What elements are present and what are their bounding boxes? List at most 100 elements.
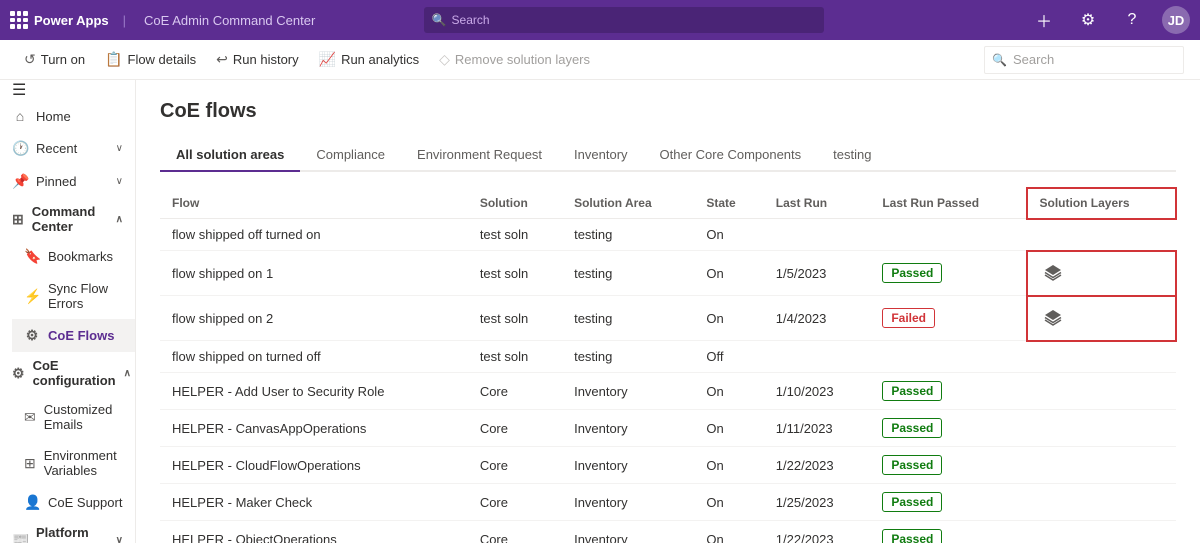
cell-r2-c3: On (694, 296, 763, 341)
cell-r2-c0: flow shipped on 2 (160, 296, 468, 341)
hamburger-button[interactable]: ☰ (0, 80, 135, 100)
sidebar-platform-news-label: Platform news (36, 525, 108, 543)
pivot-tab-0[interactable]: All solution areas (160, 139, 300, 172)
table-search-input[interactable] (984, 46, 1184, 74)
flow-details-label: Flow details (128, 52, 197, 67)
cell-r5-c1: Core (468, 410, 562, 447)
sidebar-item-recent[interactable]: 🕐 Recent ∨ (0, 132, 135, 165)
col-header-5: Last Run Passed (870, 188, 1027, 219)
sidebar-pinned-label: Pinned (36, 174, 76, 189)
sidebar-coe-flows-label: CoE Flows (48, 328, 114, 343)
sidebar-item-customized-emails[interactable]: ✉ Customized Emails (12, 394, 135, 440)
sidebar-item-bookmarks[interactable]: 🔖 Bookmarks (12, 240, 135, 273)
avatar-initials: JD (1168, 13, 1185, 28)
sidebar-item-coe-support[interactable]: 👤 CoE Support (12, 486, 135, 519)
table-row[interactable]: flow shipped off turned ontest solntesti… (160, 219, 1176, 251)
status-badge: Passed (882, 492, 942, 512)
table-body: flow shipped off turned ontest solntesti… (160, 219, 1176, 543)
run-analytics-button[interactable]: 📈 Run analytics (311, 47, 427, 72)
cell-r4-c3: On (694, 373, 763, 410)
table-row[interactable]: flow shipped on turned offtest solntesti… (160, 341, 1176, 373)
cell-r6-c0: HELPER - CloudFlowOperations (160, 447, 468, 484)
col-header-0: Flow (160, 188, 468, 219)
cell-r4-c0: HELPER - Add User to Security Role (160, 373, 468, 410)
command-center-chevron-icon: ∧ (116, 214, 123, 225)
cell-r0-c3: On (694, 219, 763, 251)
platform-news-chevron-icon: ∨ (116, 535, 123, 543)
cell-r4-c6 (1027, 373, 1176, 410)
pin-icon: 📌 (12, 173, 28, 190)
cell-r3-c2: testing (562, 341, 694, 373)
pivot-tab-2[interactable]: Environment Request (401, 139, 558, 172)
pivot-tab-3[interactable]: Inventory (558, 139, 643, 172)
sidebar-item-home[interactable]: ⌂ Home (0, 100, 135, 132)
cell-r2-c1: test soln (468, 296, 562, 341)
run-analytics-icon: 📈 (319, 51, 336, 68)
run-history-button[interactable]: ↩ Run history (208, 47, 306, 72)
add-button[interactable]: ＋ (1030, 6, 1058, 34)
table-row[interactable]: flow shipped on 1test solntestingOn1/5/2… (160, 251, 1176, 296)
pivot-tab-4[interactable]: Other Core Components (644, 139, 818, 172)
table-row[interactable]: HELPER - Maker CheckCoreInventoryOn1/25/… (160, 484, 1176, 521)
cell-r0-c1: test soln (468, 219, 562, 251)
table-row[interactable]: flow shipped on 2test solntestingOn1/4/2… (160, 296, 1176, 341)
col-header-2: Solution Area (562, 188, 694, 219)
cell-r1-c0: flow shipped on 1 (160, 251, 468, 296)
table-row[interactable]: HELPER - CloudFlowOperationsCoreInventor… (160, 447, 1176, 484)
cell-r1-c6 (1027, 251, 1176, 296)
sidebar-item-coe-flows[interactable]: ⚙ CoE Flows (12, 319, 135, 352)
cell-r7-c4: 1/25/2023 (764, 484, 871, 521)
cell-r0-c2: testing (562, 219, 694, 251)
turn-on-label: Turn on (41, 52, 85, 67)
cell-r8-c1: Core (468, 521, 562, 543)
sidebar-environment-variables-label: Environment Variables (44, 448, 123, 478)
global-search: 🔍 (424, 7, 824, 33)
sidebar-sub-bookmarks: 🔖 Bookmarks ⚡ Sync Flow Errors ⚙ CoE Flo… (0, 240, 135, 352)
col-header-6: Solution Layers (1027, 188, 1176, 219)
sidebar-section-platform-news[interactable]: 📰 Platform news ∨ (0, 519, 135, 543)
pivot-tab-1[interactable]: Compliance (300, 139, 401, 172)
status-badge: Failed (882, 308, 935, 328)
sidebar-item-sync-flow-errors[interactable]: ⚡ Sync Flow Errors (12, 273, 135, 319)
app-name: Power Apps (34, 13, 109, 28)
layers-icon (1039, 259, 1067, 287)
cell-r3-c3: Off (694, 341, 763, 373)
run-history-icon: ↩ (216, 51, 228, 68)
sidebar-item-environment-variables[interactable]: ⊞ Environment Variables (12, 440, 135, 486)
flow-details-button[interactable]: 📋 Flow details (97, 47, 204, 72)
cell-r7-c2: Inventory (562, 484, 694, 521)
help-icon[interactable]: ? (1118, 6, 1146, 34)
cell-r3-c4 (764, 341, 871, 373)
col-header-3: State (694, 188, 763, 219)
cell-r3-c6 (1027, 341, 1176, 373)
pivot-tab-5[interactable]: testing (817, 139, 887, 172)
cell-r2-c5: Failed (870, 296, 1027, 341)
cell-r1-c5: Passed (870, 251, 1027, 296)
run-history-label: Run history (233, 52, 299, 67)
cell-r5-c6 (1027, 410, 1176, 447)
command-center-icon: ⊞ (12, 211, 24, 228)
environment-variables-icon: ⊞ (24, 455, 36, 472)
sidebar-section-coe-configuration[interactable]: ⚙ CoE configuration ∧ (0, 352, 135, 394)
cell-r7-c6 (1027, 484, 1176, 521)
settings-icon[interactable]: ⚙ (1074, 6, 1102, 34)
sidebar-item-pinned[interactable]: 📌 Pinned ∨ (0, 165, 135, 198)
avatar[interactable]: JD (1162, 6, 1190, 34)
app-logo[interactable]: Power Apps (10, 11, 109, 29)
status-badge: Passed (882, 529, 942, 543)
flow-details-icon: 📋 (105, 51, 122, 68)
cell-r1-c2: testing (562, 251, 694, 296)
global-search-input[interactable] (424, 7, 824, 33)
table-row[interactable]: HELPER - ObjectOperationsCoreInventoryOn… (160, 521, 1176, 543)
sidebar-section-command-center[interactable]: ⊞ Command Center ∧ (0, 198, 135, 240)
turn-on-icon: ↺ (24, 51, 36, 68)
cell-r8-c2: Inventory (562, 521, 694, 543)
coe-flows-icon: ⚙ (24, 327, 40, 344)
turn-on-button[interactable]: ↺ Turn on (16, 47, 93, 72)
remove-solution-layers-button[interactable]: ◇ Remove solution layers (431, 47, 598, 72)
table-row[interactable]: HELPER - CanvasAppOperationsCoreInventor… (160, 410, 1176, 447)
table-row[interactable]: HELPER - Add User to Security RoleCoreIn… (160, 373, 1176, 410)
cell-r3-c0: flow shipped on turned off (160, 341, 468, 373)
main-layout: ☰ ⌂ Home 🕐 Recent ∨ 📌 Pinned ∨ ⊞ Command… (0, 80, 1200, 543)
cell-r4-c4: 1/10/2023 (764, 373, 871, 410)
